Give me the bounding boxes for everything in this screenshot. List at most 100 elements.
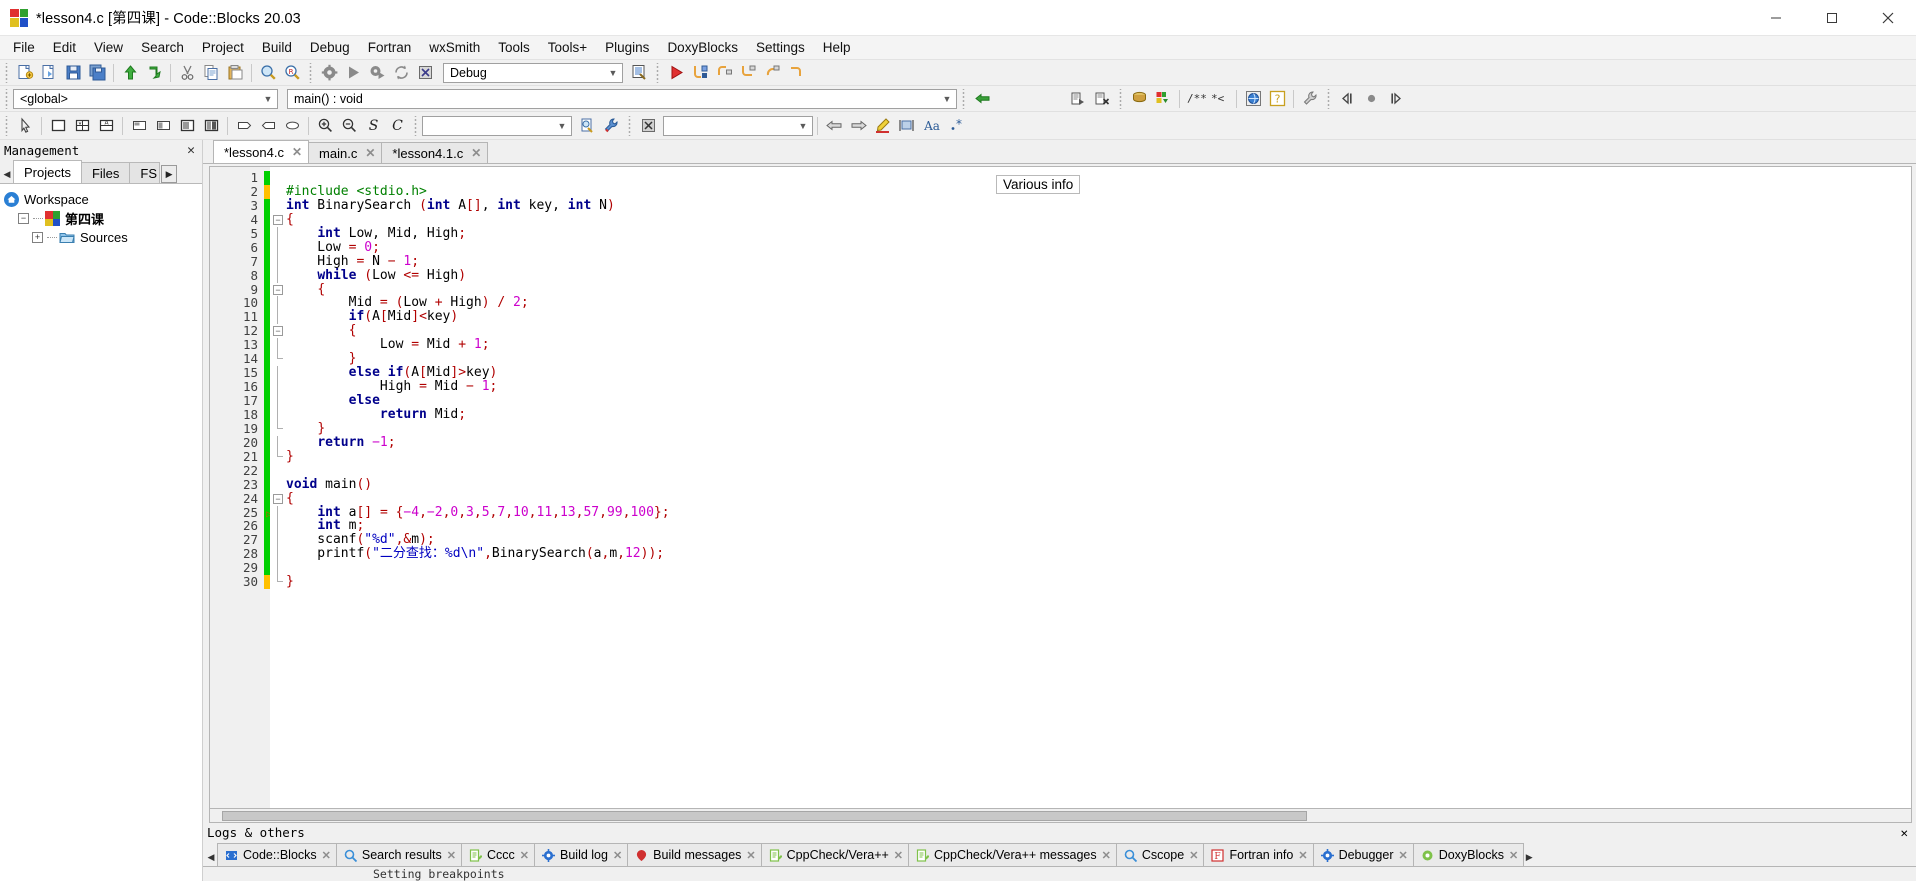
editor-horizontal-scrollbar[interactable] <box>209 809 1912 823</box>
fold-row[interactable] <box>270 226 286 241</box>
fold-row[interactable] <box>270 254 286 269</box>
tree-node-project[interactable]: − 第四课 <box>4 209 202 228</box>
menu-item-build[interactable]: Build <box>253 38 301 57</box>
fold-row[interactable] <box>270 185 286 199</box>
panel-icon[interactable] <box>46 115 70 137</box>
close-icon[interactable]: ✕ <box>1509 849 1518 862</box>
fold-row[interactable] <box>270 561 286 576</box>
fold-row[interactable] <box>270 366 286 381</box>
cut-icon[interactable] <box>175 62 199 84</box>
browse-icon[interactable] <box>1241 88 1265 110</box>
clear-bookmarks-icon[interactable] <box>1090 88 1114 110</box>
fold-row[interactable]: − <box>270 283 286 297</box>
debug-continue-icon[interactable] <box>664 62 688 84</box>
close-icon[interactable]: ✕ <box>894 849 903 862</box>
fold-row[interactable] <box>270 449 286 464</box>
save-icon[interactable] <box>61 62 85 84</box>
open-file-icon[interactable] <box>37 62 61 84</box>
shrink-icon[interactable] <box>256 115 280 137</box>
fold-row[interactable] <box>270 547 286 562</box>
close-icon[interactable]: ✕ <box>322 849 331 862</box>
log-tab-debugger[interactable]: Debugger ✕ <box>1312 843 1414 866</box>
log-tab-search-results[interactable]: Search results ✕ <box>335 843 462 866</box>
fold-row[interactable] <box>270 478 286 492</box>
menu-item-fortran[interactable]: Fortran <box>359 38 421 57</box>
build-target-combo[interactable]: Debug ▼ <box>443 62 623 83</box>
fold-row[interactable] <box>270 240 286 255</box>
menu-item-settings[interactable]: Settings <box>747 38 814 57</box>
fold-row[interactable] <box>270 296 286 311</box>
editor-tab-lesson4.1.c[interactable]: *lesson4.1.c ✕ <box>381 142 489 163</box>
toolbar-grip[interactable] <box>3 62 10 83</box>
close-icon[interactable]: ✕ <box>447 849 456 862</box>
zoom-in-icon[interactable] <box>313 115 337 137</box>
fold-row[interactable] <box>270 380 286 394</box>
close-icon[interactable]: ✕ <box>1896 825 1912 840</box>
logs-scroll-right-icon[interactable]: ▶ <box>1523 848 1535 866</box>
align-center-icon[interactable] <box>175 115 199 137</box>
run-icon[interactable] <box>341 62 365 84</box>
align-left-icon[interactable] <box>127 115 151 137</box>
close-icon[interactable]: ✕ <box>1189 849 1198 862</box>
minimize-button[interactable] <box>1748 0 1804 36</box>
debug-next-instruction-icon[interactable] <box>760 62 784 84</box>
menu-item-debug[interactable]: Debug <box>301 38 359 57</box>
symbol-combo[interactable]: ▼ <box>663 115 813 136</box>
align-right-icon[interactable] <box>151 115 175 137</box>
menu-item-project[interactable]: Project <box>193 38 253 57</box>
debug-next-line-icon[interactable] <box>736 62 760 84</box>
doxyblocks-run-icon[interactable] <box>1151 88 1175 110</box>
fold-row[interactable] <box>270 268 286 283</box>
close-icon[interactable]: ✕ <box>365 146 375 160</box>
sizer-c-icon[interactable]: C <box>385 115 409 137</box>
find-icon[interactable] <box>256 62 280 84</box>
close-icon[interactable]: ✕ <box>1398 849 1407 862</box>
pointer-icon[interactable] <box>13 115 37 137</box>
splitter-icon[interactable] <box>70 115 94 137</box>
wrench-icon[interactable] <box>1298 88 1322 110</box>
toolbar-grip[interactable] <box>626 115 633 136</box>
build-icon[interactable] <box>317 62 341 84</box>
expand-icon[interactable] <box>232 115 256 137</box>
toolbar-grip[interactable] <box>960 88 967 109</box>
toolbar-grip[interactable] <box>1325 88 1332 109</box>
log-tab-cscope[interactable]: Cscope ✕ <box>1115 843 1205 866</box>
fold-row[interactable] <box>270 421 286 436</box>
tree-node-sources[interactable]: + Sources <box>4 228 202 247</box>
menu-item-edit[interactable]: Edit <box>44 38 85 57</box>
build-target-list-icon[interactable] <box>627 62 651 84</box>
menu-item-plugins[interactable]: Plugins <box>596 38 658 57</box>
search-scope-icon[interactable] <box>575 115 599 137</box>
ellipse-icon[interactable] <box>280 115 304 137</box>
menu-item-tools[interactable]: Tools <box>489 38 539 57</box>
log-tab-fortran-info[interactable]: F Fortran info ✕ <box>1203 843 1314 866</box>
align-fill-icon[interactable] <box>199 115 223 137</box>
log-tab-cppcheck-vera-[interactable]: CppCheck/Vera++ ✕ <box>760 843 910 866</box>
log-tab-cppcheck-vera-messages[interactable]: CppCheck/Vera++ messages ✕ <box>908 843 1117 866</box>
fold-row[interactable] <box>270 519 286 534</box>
management-tab-fs[interactable]: FS <box>129 162 161 183</box>
toolbar-grip[interactable] <box>3 115 10 136</box>
logs-scroll-left-icon[interactable]: ◀ <box>205 848 217 866</box>
expand-icon[interactable]: + <box>32 232 43 243</box>
close-icon[interactable]: ✕ <box>1298 849 1307 862</box>
menu-item-wxsmith[interactable]: wxSmith <box>420 38 489 57</box>
fold-row[interactable] <box>270 199 286 213</box>
toolbar-grip[interactable] <box>1117 88 1124 109</box>
doxy-comment-icon[interactable]: /** <box>1184 88 1208 110</box>
close-button[interactable] <box>1860 0 1916 36</box>
close-icon[interactable]: ✕ <box>471 146 481 160</box>
fold-row[interactable]: − <box>270 492 286 506</box>
fold-row[interactable] <box>270 464 286 478</box>
editor-tab-lesson4.c[interactable]: *lesson4.c ✕ <box>213 140 310 163</box>
close-icon[interactable]: ✕ <box>520 849 529 862</box>
log-tab-doxyblocks[interactable]: DoxyBlocks ✕ <box>1412 843 1525 866</box>
function-combo[interactable]: main() : void ▼ <box>287 88 957 109</box>
replace-icon[interactable]: R <box>280 62 304 84</box>
copy-icon[interactable] <box>199 62 223 84</box>
close-icon[interactable]: ✕ <box>184 143 198 158</box>
close-icon[interactable]: ✕ <box>613 849 622 862</box>
nav-forward-icon[interactable] <box>846 115 870 137</box>
search-config-icon[interactable] <box>599 115 623 137</box>
fold-row[interactable]: − <box>270 324 286 338</box>
